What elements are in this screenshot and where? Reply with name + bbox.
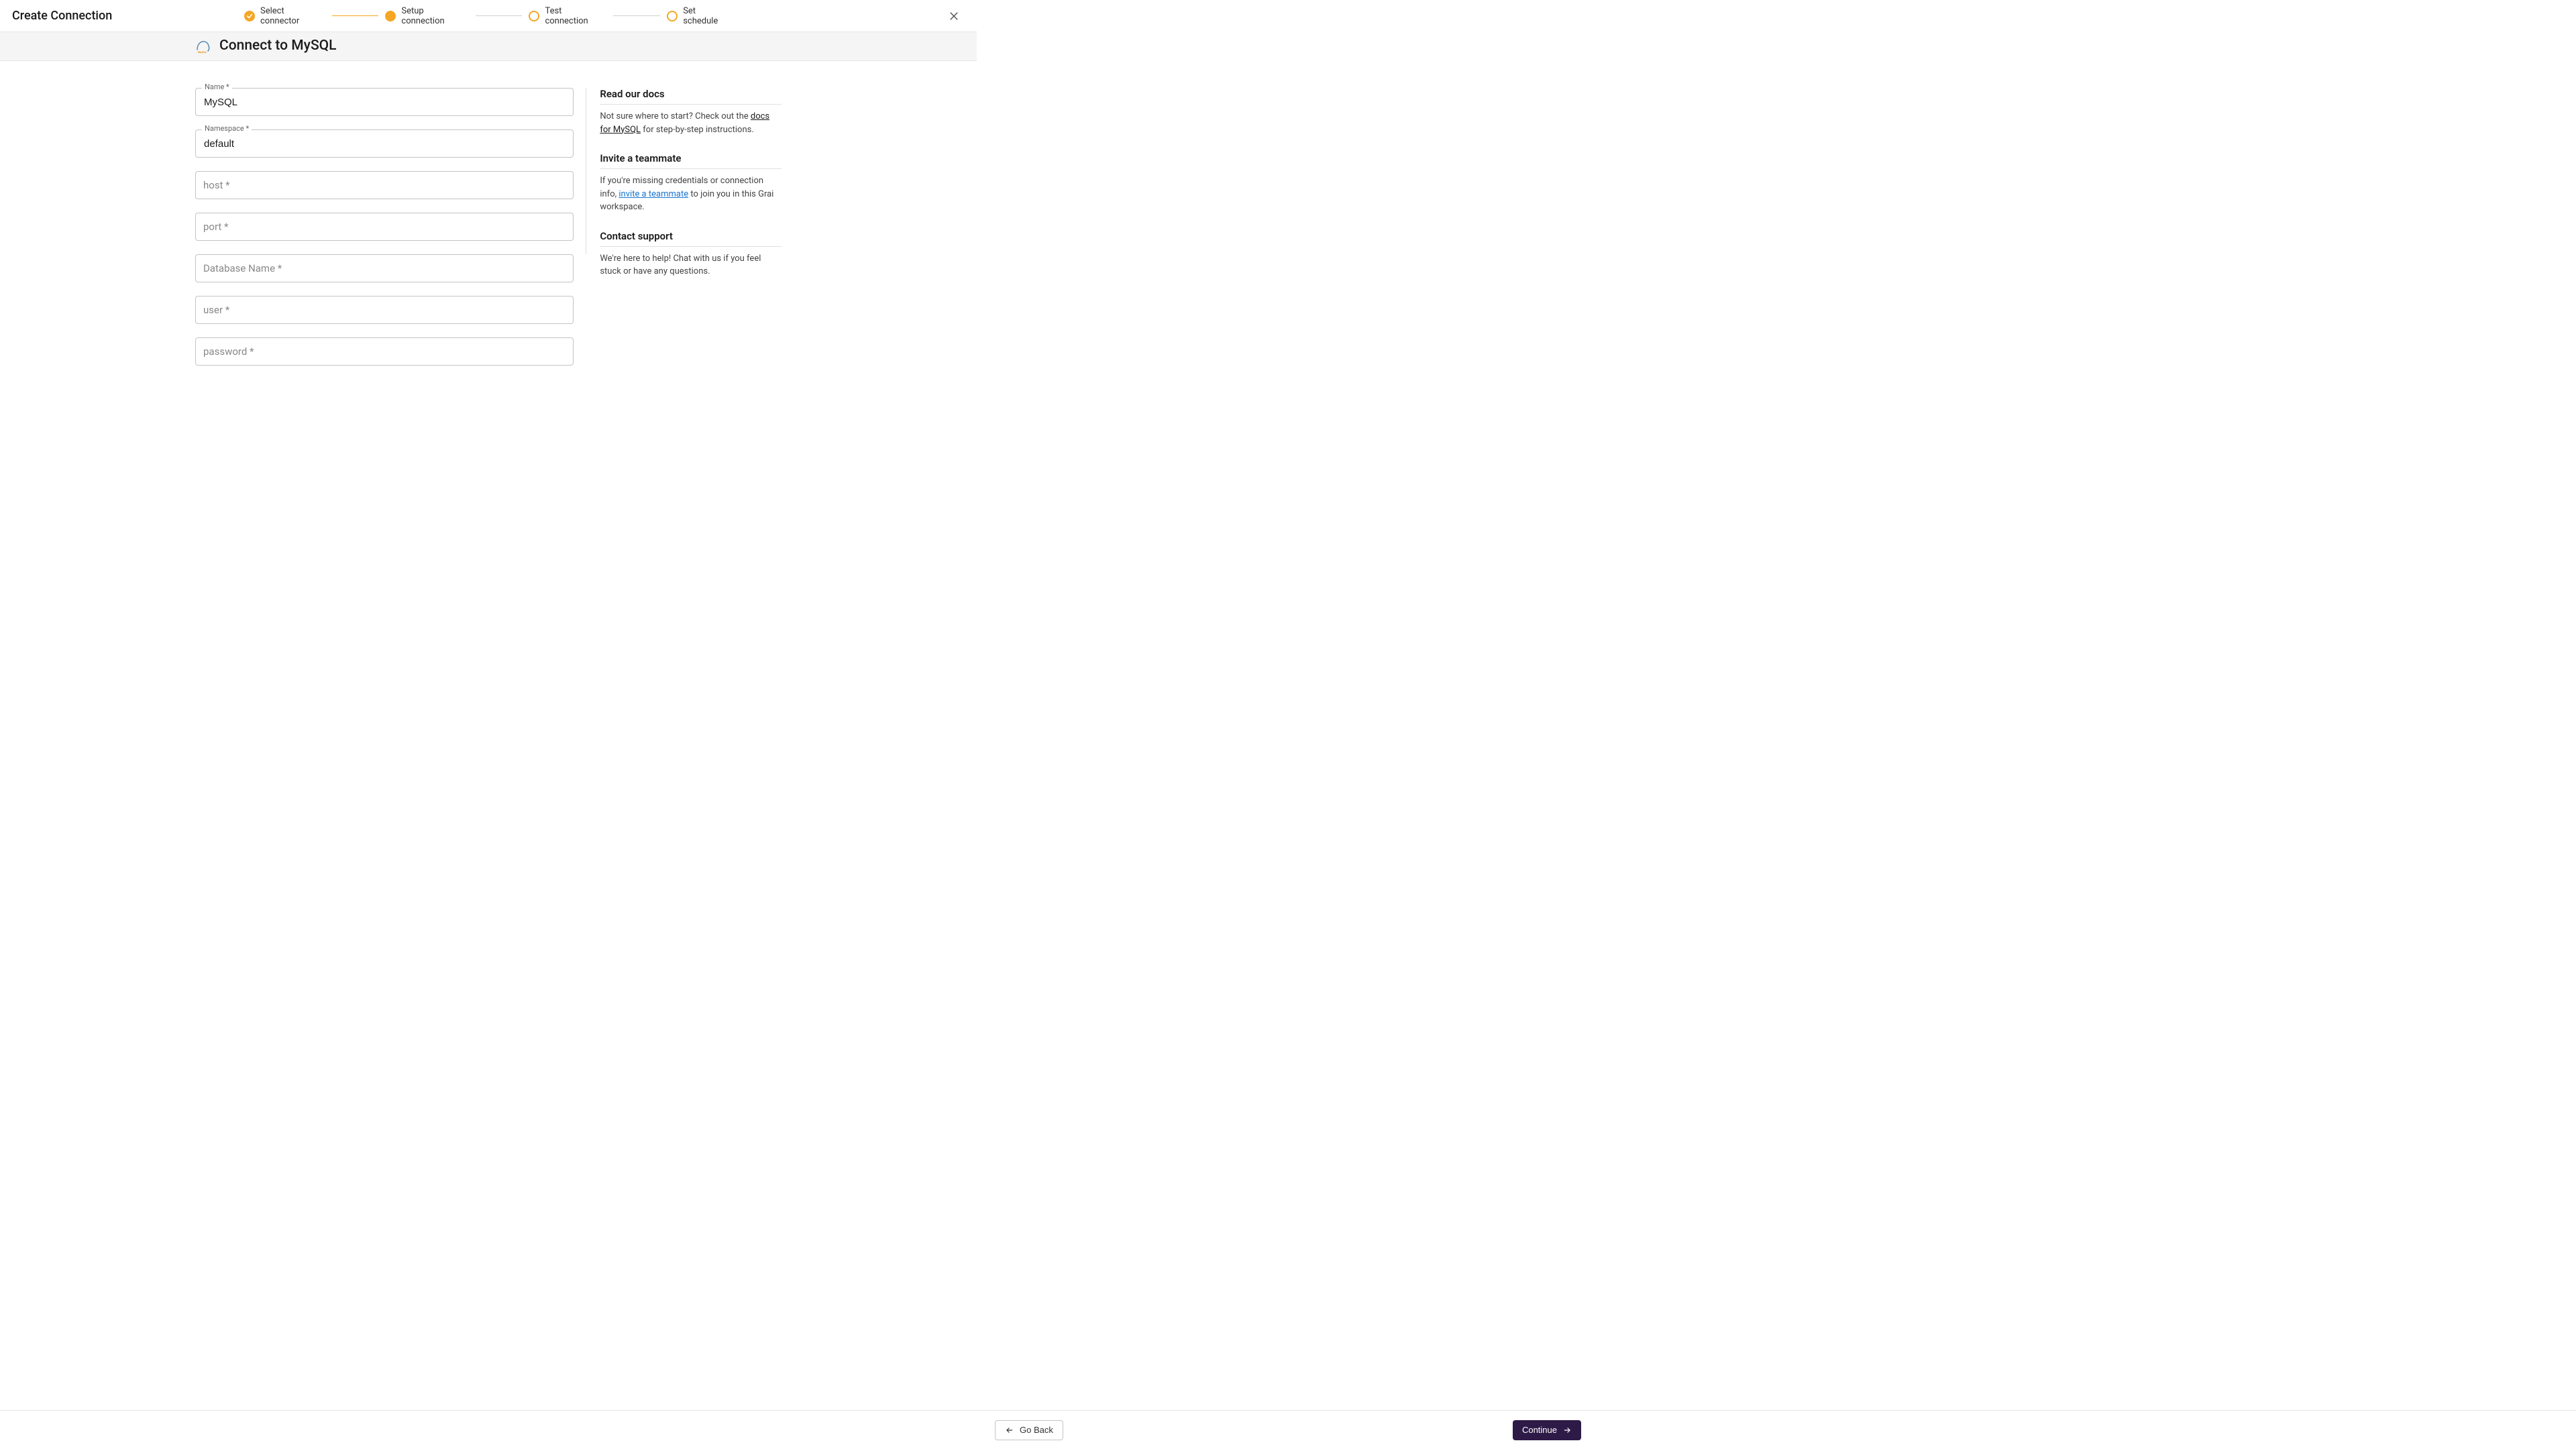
subheader-title: Connect to MySQL xyxy=(219,38,336,54)
field-host-wrap: host * xyxy=(195,171,574,199)
check-circle-icon xyxy=(244,11,255,21)
form-column: Name * Namespace * host * port * Databas… xyxy=(195,88,574,366)
field-name-wrap: Name * xyxy=(195,88,574,116)
continue-label: Continue xyxy=(1522,1425,1557,1435)
page-title: Create Connection xyxy=(12,9,112,23)
svg-text:MySQL: MySQL xyxy=(198,50,207,54)
support-text: We're here to help! Chat with us if you … xyxy=(600,252,782,278)
database-input[interactable] xyxy=(195,254,574,282)
port-input[interactable] xyxy=(195,213,574,241)
mysql-logo-icon: MySQL xyxy=(195,38,211,54)
invite-block: Invite a teammate If you're missing cred… xyxy=(600,152,782,214)
field-database-wrap: Database Name * xyxy=(195,254,574,282)
docs-block: Read our docs Not sure where to start? C… xyxy=(600,88,782,136)
arrow-right-icon xyxy=(1562,1426,1572,1435)
stepper: Select connector Setup connection Test c… xyxy=(244,6,733,26)
step-set-schedule: Set schedule xyxy=(667,6,733,26)
host-input[interactable] xyxy=(195,171,574,199)
invite-heading: Invite a teammate xyxy=(600,152,782,169)
password-input[interactable] xyxy=(195,337,574,366)
field-namespace-wrap: Namespace * xyxy=(195,129,574,158)
circle-outline-icon xyxy=(667,11,678,21)
subheader: MySQL Connect to MySQL xyxy=(0,32,977,61)
user-input[interactable] xyxy=(195,296,574,324)
step-label: Select connector xyxy=(260,6,325,26)
field-label: Namespace * xyxy=(202,124,252,133)
invite-link[interactable]: invite a teammate xyxy=(619,189,688,199)
circle-outline-icon xyxy=(529,11,539,21)
step-select-connector: Select connector xyxy=(244,6,325,26)
step-test-connection: Test connection xyxy=(529,6,606,26)
docs-heading: Read our docs xyxy=(600,88,782,105)
help-sidebar: Read our docs Not sure where to start? C… xyxy=(586,88,782,254)
step-connector xyxy=(332,15,379,16)
docs-text-post: for step-by-step instructions. xyxy=(641,125,754,135)
step-connector xyxy=(476,15,523,16)
go-back-button[interactable]: Go Back xyxy=(995,1420,1063,1440)
support-heading: Contact support xyxy=(600,230,782,247)
header-bar: Create Connection Select connector Setup… xyxy=(0,0,977,32)
arrow-left-icon xyxy=(1005,1426,1014,1435)
step-label: Set schedule xyxy=(683,6,733,26)
invite-text: If you're missing credentials or connect… xyxy=(600,174,782,214)
field-label: Name * xyxy=(202,83,232,91)
step-connector xyxy=(613,15,660,16)
circle-filled-icon xyxy=(385,11,396,21)
name-input[interactable] xyxy=(195,88,574,116)
continue-button[interactable]: Continue xyxy=(1513,1420,1581,1440)
close-button[interactable] xyxy=(943,5,965,27)
step-setup-connection: Setup connection xyxy=(385,6,468,26)
close-icon xyxy=(948,10,960,22)
main-content: Name * Namespace * host * port * Databas… xyxy=(195,61,782,366)
go-back-label: Go Back xyxy=(1020,1425,1053,1435)
field-user-wrap: user * xyxy=(195,296,574,324)
docs-text-pre: Not sure where to start? Check out the xyxy=(600,111,751,121)
footer-bar: Go Back Continue xyxy=(0,1410,2576,1449)
step-label: Test connection xyxy=(545,6,606,26)
step-label: Setup connection xyxy=(401,6,468,26)
namespace-input[interactable] xyxy=(195,129,574,158)
field-port-wrap: port * xyxy=(195,213,574,241)
docs-text: Not sure where to start? Check out the d… xyxy=(600,110,782,136)
field-password-wrap: password * xyxy=(195,337,574,366)
support-block: Contact support We're here to help! Chat… xyxy=(600,230,782,278)
